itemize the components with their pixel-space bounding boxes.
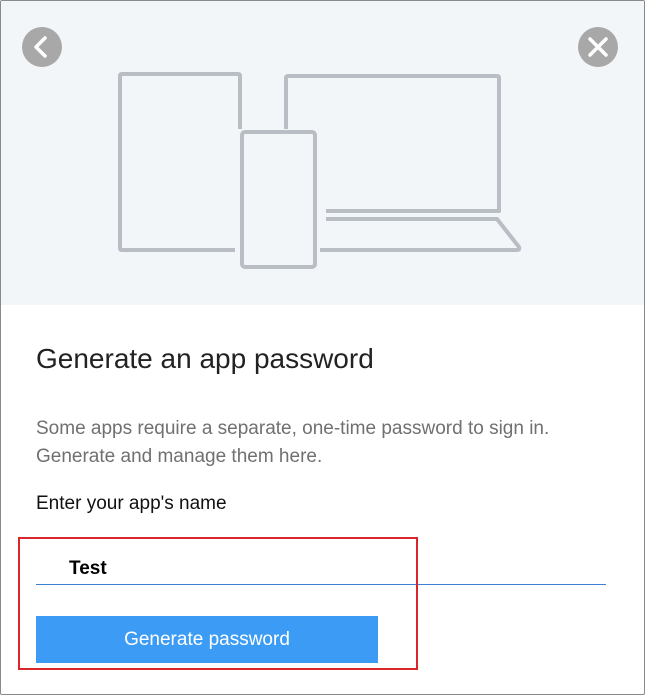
description-text: Some apps require a separate, one-time p… <box>36 418 550 467</box>
page-title: Generate an app password <box>36 343 374 374</box>
close-button[interactable] <box>578 27 618 67</box>
close-icon <box>588 37 608 57</box>
app-password-dialog: Generate an app password Some apps requi… <box>0 0 645 695</box>
app-name-label: Enter your app's name <box>36 493 227 514</box>
back-button[interactable] <box>22 27 62 67</box>
hero-banner <box>1 1 644 305</box>
generate-password-button[interactable]: Generate password <box>36 616 378 663</box>
chevron-left-icon <box>34 36 47 58</box>
devices-illustration <box>118 72 522 269</box>
app-name-input[interactable] <box>36 553 606 585</box>
